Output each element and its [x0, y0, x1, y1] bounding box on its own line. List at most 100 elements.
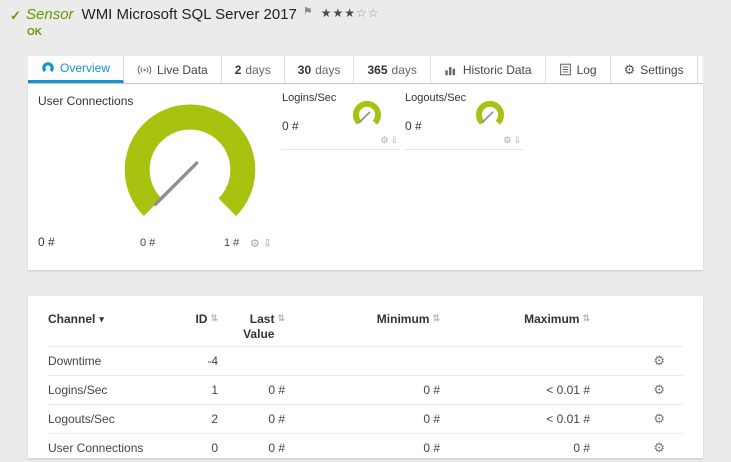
cell-last-value: 0 # [268, 441, 285, 455]
sort-desc-icon: ▾ [99, 314, 104, 324]
sort-icon: ⇅ [277, 313, 285, 323]
column-header-minimum[interactable]: Minimum ⇅ [285, 312, 440, 327]
download-icon[interactable]: ⇩ [263, 238, 275, 250]
table-row: Logouts/Sec 2 0 # 0 # < 0.01 # ⚙ [48, 404, 683, 433]
channel-settings-icon[interactable]: ⚙ [653, 382, 665, 398]
cell-channel: User Connections [48, 441, 144, 455]
tab-log[interactable]: Log [546, 56, 611, 83]
download-icon[interactable]: ⇩ [513, 135, 523, 145]
sort-icon: ⇅ [210, 313, 218, 323]
gear-icon[interactable]: ⚙ [503, 135, 513, 145]
table-row: Logins/Sec 1 0 # 0 # < 0.01 # ⚙ [48, 375, 683, 404]
tab-settings[interactable]: ⚙ Settings [611, 56, 698, 83]
channel-settings-icon[interactable]: ⚙ [653, 411, 665, 427]
tab-label: Settings [640, 62, 684, 77]
status-badge: OK [27, 27, 42, 38]
column-header-channel[interactable]: Channel ▾ [48, 312, 168, 327]
tab-num: 2 [234, 62, 242, 77]
channel-table-panel: Channel ▾ ID ⇅ Last Value ⇅ Minimum ⇅ Ma… [28, 296, 703, 458]
cell-id: 0 [211, 441, 218, 455]
tab-label: Live Data [157, 62, 208, 77]
cell-last-value: 0 # [268, 383, 285, 397]
gauges-panel: User Connections 0 # 0 # 1 # ⚙⇩ Logins/S… [28, 84, 703, 270]
channel-settings-icon[interactable]: ⚙ [653, 440, 665, 456]
cell-minimum: 0 # [423, 412, 440, 426]
cell-id: 1 [211, 383, 218, 397]
status-check-icon: ✓ [10, 8, 21, 23]
cell-channel: Logouts/Sec [48, 412, 115, 426]
broadcast-icon [137, 63, 152, 77]
page-title: WMI Microsoft SQL Server 2017 [81, 6, 297, 23]
bar-chart-icon [444, 63, 458, 76]
stars-empty[interactable]: ☆☆ [356, 6, 380, 20]
tab-365-days[interactable]: 365 days [354, 56, 431, 83]
tab-num: 30 [297, 62, 312, 77]
cell-actions: ⚙ [590, 376, 683, 404]
channel-settings-icon[interactable]: ⚙ [653, 353, 665, 369]
logouts-gauge [475, 100, 505, 125]
cell-maximum: < 0.01 # [546, 383, 590, 397]
document-icon [559, 63, 572, 76]
cell-minimum [285, 347, 440, 375]
cell-maximum: 0 # [573, 441, 590, 455]
main-gauge-min-label: 0 # [140, 237, 156, 249]
cell-channel: Logins/Sec [48, 383, 108, 397]
sort-icon: ⇅ [582, 313, 590, 323]
gear-icon[interactable]: ⚙ [250, 238, 263, 250]
column-label: ID [195, 312, 208, 326]
sort-icon: ⇅ [432, 313, 440, 323]
logouts-gauge-value: 0 # [405, 119, 422, 133]
logins-gauge [352, 100, 382, 125]
cell-minimum: 0 # [423, 383, 440, 397]
user-connections-gauge [124, 104, 256, 216]
tab-label: Historic Data [462, 62, 532, 77]
gauge-icon [41, 61, 55, 75]
tab-label: Overview [60, 61, 111, 75]
logouts-gauge-block: Logouts/Sec 0 # ⚙⇩ [405, 92, 523, 150]
cell-actions: ⚙ [590, 434, 683, 462]
gear-icon[interactable]: ⚙ [380, 135, 390, 145]
gear-icon: ⚙ [623, 61, 636, 77]
logins-gauge-toolbar: ⚙⇩ [380, 135, 400, 146]
table-row: User Connections 0 0 # 0 # 0 # ⚙ [48, 433, 683, 462]
cell-maximum [440, 347, 590, 375]
tab-30-days[interactable]: 30 days [285, 56, 355, 83]
column-label: Last Value [243, 312, 275, 341]
tab-historic-data[interactable]: Historic Data [431, 56, 546, 83]
tab-live-data[interactable]: Live Data [124, 56, 222, 83]
cell-last-value [218, 347, 285, 375]
tab-unit: days [245, 62, 271, 77]
sensor-kind-label: Sensor [26, 6, 74, 23]
cell-maximum: < 0.01 # [546, 412, 590, 426]
logins-gauge-block: Logins/Sec 0 # ⚙⇩ [282, 92, 400, 150]
cell-actions: ⚙ [590, 405, 683, 433]
download-icon[interactable]: ⇩ [390, 135, 400, 145]
tab-num: 365 [367, 62, 388, 77]
tab-overview[interactable]: Overview [28, 56, 125, 83]
table-header-row: Channel ▾ ID ⇅ Last Value ⇅ Minimum ⇅ Ma… [48, 312, 683, 346]
tab-2-days[interactable]: 2 days [222, 56, 285, 83]
tab-label: Log [576, 62, 597, 77]
main-gauge-toolbar: ⚙⇩ [250, 237, 275, 250]
logouts-gauge-toolbar: ⚙⇩ [503, 135, 523, 146]
column-label: Maximum [524, 312, 580, 326]
column-label: Minimum [376, 312, 430, 326]
cell-id: -4 [207, 354, 218, 368]
column-header-maximum[interactable]: Maximum ⇅ [440, 312, 590, 327]
table-row: Downtime -4 ⚙ [48, 346, 683, 375]
cell-channel: Downtime [48, 354, 102, 368]
tab-bar: Overview Live Data 2 days 30 days 365 da… [28, 56, 703, 84]
cell-minimum: 0 # [423, 441, 440, 455]
flag-icon[interactable]: ⚑ [303, 5, 313, 18]
stars-filled[interactable]: ★★★ [321, 6, 356, 20]
cell-actions: ⚙ [590, 347, 683, 375]
sensor-header: Sensor WMI Microsoft SQL Server 2017 ⚑ ★… [26, 6, 380, 23]
column-header-last-value[interactable]: Last Value ⇅ [218, 312, 285, 342]
tab-unit: days [315, 62, 341, 77]
column-header-id[interactable]: ID ⇅ [168, 312, 218, 327]
cell-id: 2 [211, 412, 218, 426]
tab-unit: days [391, 62, 417, 77]
priority-stars[interactable]: ★★★☆☆ [321, 6, 380, 20]
main-gauge-max-label: 1 # [224, 237, 240, 249]
column-label: Channel [48, 312, 96, 326]
